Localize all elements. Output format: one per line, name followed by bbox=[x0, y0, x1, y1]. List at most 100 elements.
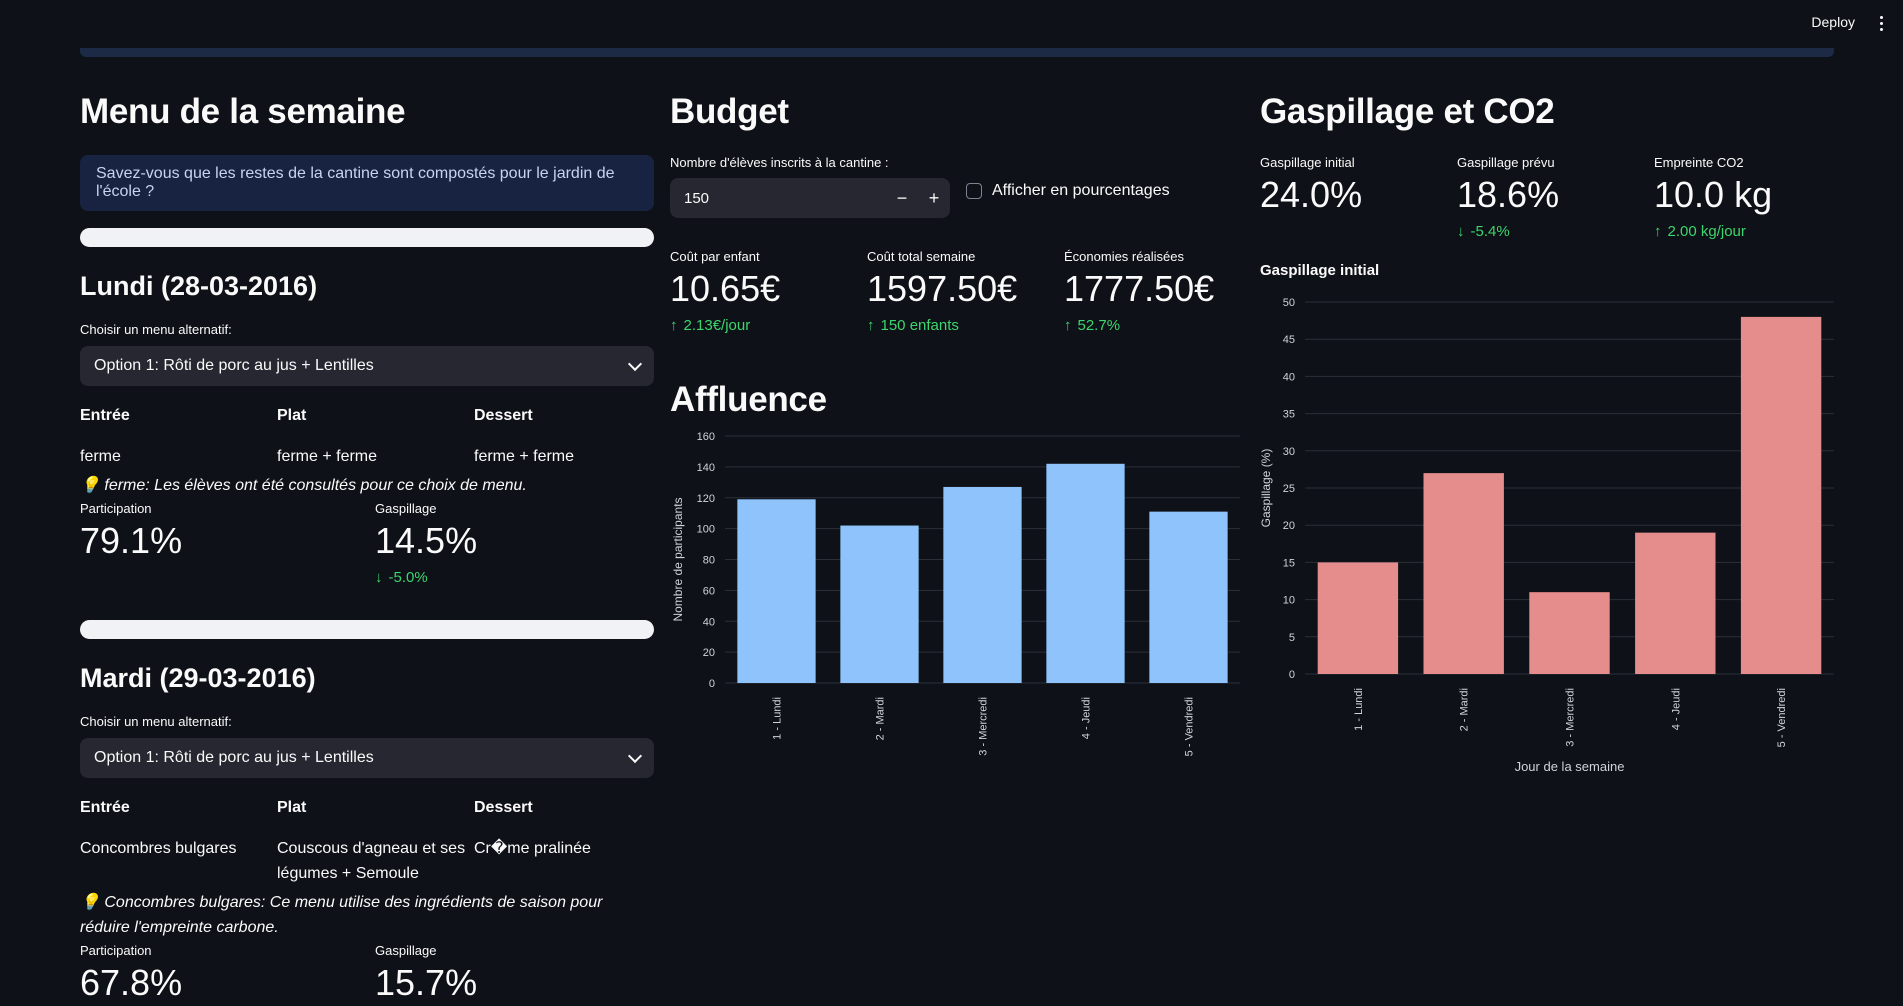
y-tick-label: 5 bbox=[1289, 632, 1295, 644]
y-tick-label: 140 bbox=[697, 462, 715, 474]
lightbulb-icon: 💡 bbox=[80, 477, 100, 494]
bar bbox=[737, 499, 816, 683]
select-label: Choisir un menu alternatif: bbox=[80, 322, 232, 337]
savings-metric: Économies réalisées 1777.50€ ↑ 52.7% bbox=[1064, 248, 1245, 336]
delta-text: 2.13€/jour bbox=[683, 317, 751, 334]
day-title: Mardi (29-03-2016) bbox=[80, 663, 316, 693]
deploy-button[interactable]: Deploy bbox=[1811, 14, 1855, 30]
y-tick-label: 20 bbox=[1283, 520, 1295, 532]
y-tick-label: 35 bbox=[1283, 409, 1295, 421]
x-tick-label: 5 - Vendredi bbox=[1776, 688, 1788, 747]
bar bbox=[1046, 463, 1125, 683]
metric-value: 67.8% bbox=[80, 962, 183, 1003]
chevron-down-icon bbox=[627, 356, 643, 371]
menu-select[interactable]: Option 1: Rôti de porc au jus + Lentille… bbox=[80, 346, 654, 386]
metric-value: 18.6% bbox=[1457, 174, 1560, 215]
metric-delta: ↑ 2.00 kg/jour bbox=[1654, 222, 1835, 242]
x-tick-label: 1 - Lundi bbox=[772, 697, 784, 740]
gaspillage-metric: Gaspillage 14.5% ↓ -5.0% bbox=[375, 500, 655, 588]
metric-delta: ↑ 52.7% bbox=[1064, 316, 1245, 336]
delta-text: 150 enfants bbox=[880, 317, 959, 334]
budget-title: Budget bbox=[670, 92, 789, 131]
gaspillage-metric: Gaspillage 15.7% bbox=[375, 942, 655, 1006]
delta-text: -5.4% bbox=[1470, 223, 1510, 240]
metric-label: Gaspillage prévu bbox=[1457, 155, 1555, 170]
y-axis-label: Nombre de participants bbox=[671, 497, 685, 621]
header-plat: Plat bbox=[277, 799, 307, 816]
header-plat: Plat bbox=[277, 407, 307, 424]
menu-select-value: Option 1: Rôti de porc au jus + Lentille… bbox=[94, 749, 374, 766]
metric-value: 14.5% bbox=[375, 520, 478, 561]
arrow-up-icon: ↑ bbox=[1064, 317, 1072, 334]
planned-waste-metric: Gaspillage prévu 18.6% ↓ -5.4% bbox=[1457, 154, 1654, 242]
more-options-icon[interactable] bbox=[1873, 12, 1889, 34]
day-title: Lundi (28-03-2016) bbox=[80, 271, 318, 301]
metric-value: 10.65€ bbox=[670, 268, 781, 309]
metric-label: Coût total semaine bbox=[867, 249, 976, 264]
entree-value: ferme bbox=[80, 448, 121, 465]
day-metrics: Participation 79.1% Gaspillage 14.5% ↓ -5… bbox=[80, 500, 654, 588]
bar bbox=[1423, 473, 1504, 674]
y-tick-label: 20 bbox=[703, 647, 715, 659]
minus-icon[interactable]: − bbox=[886, 188, 918, 209]
metric-value: 10.0 kg bbox=[1654, 174, 1773, 215]
metric-delta: ↑ 150 enfants bbox=[867, 316, 1064, 336]
y-tick-label: 120 bbox=[697, 493, 715, 505]
menu-tip: 💡 ferme: Les élèves ont été consultés po… bbox=[80, 473, 654, 498]
students-number-input[interactable]: 150 − + bbox=[670, 178, 950, 218]
y-tick-label: 160 bbox=[697, 431, 715, 443]
y-tick-label: 25 bbox=[1283, 483, 1295, 495]
top-bar: Deploy bbox=[0, 0, 1903, 48]
delta-text: 2.00 kg/jour bbox=[1667, 223, 1746, 240]
y-tick-label: 0 bbox=[1289, 669, 1295, 681]
plat-value: Couscous d'agneau et ses légumes + Semou… bbox=[277, 840, 466, 882]
students-input-value[interactable]: 150 bbox=[670, 190, 886, 207]
metric-delta: ↓ -5.0% bbox=[375, 568, 655, 588]
header-entree: Entrée bbox=[80, 407, 130, 424]
plus-icon[interactable]: + bbox=[918, 188, 950, 209]
y-tick-label: 100 bbox=[697, 524, 715, 536]
menu-table: Entrée Plat Dessert Concombres bulgares … bbox=[80, 798, 654, 886]
lightbulb-icon: 💡 bbox=[80, 894, 100, 911]
y-tick-label: 60 bbox=[703, 585, 715, 597]
y-tick-label: 80 bbox=[703, 555, 715, 567]
total-cost-metric: Coût total semaine 1597.50€ ↑ 150 enfants bbox=[867, 248, 1064, 336]
budget-column: Budget Nombre d'élèves inscrits à la can… bbox=[670, 90, 1245, 770]
bar bbox=[1740, 316, 1822, 674]
tip-text: ferme: Les élèves ont été consultés pour… bbox=[104, 477, 527, 494]
metric-label: Empreinte CO2 bbox=[1654, 155, 1744, 170]
checkbox-box[interactable] bbox=[966, 183, 982, 199]
gaspillage-column: Gaspillage et CO2 Gaspillage initial 24.… bbox=[1260, 90, 1834, 787]
budget-metrics: Coût par enfant 10.65€ ↑ 2.13€/jour Coût … bbox=[670, 248, 1245, 336]
metric-delta: ↓ -5.4% bbox=[1457, 222, 1654, 242]
arrow-up-icon: ↑ bbox=[670, 317, 678, 334]
y-tick-label: 30 bbox=[1283, 446, 1295, 458]
info-alert: Savez-vous que les restes de la cantine … bbox=[80, 155, 654, 211]
metric-label: Gaspillage initial bbox=[1260, 155, 1355, 170]
bar bbox=[1317, 562, 1399, 674]
gaspillage-title: Gaspillage et CO2 bbox=[1260, 92, 1555, 131]
y-tick-label: 10 bbox=[1283, 595, 1295, 607]
divider-bar bbox=[80, 228, 654, 247]
budget-controls: Nombre d'élèves inscrits à la cantine : … bbox=[670, 154, 1245, 218]
chevron-down-icon bbox=[627, 748, 643, 763]
arrow-down-icon: ↓ bbox=[1457, 223, 1465, 240]
percentage-checkbox[interactable]: Afficher en pourcentages bbox=[966, 164, 1170, 218]
delta-text: 52.7% bbox=[1077, 317, 1121, 334]
metric-label: Coût par enfant bbox=[670, 249, 760, 264]
delta-text: -5.0% bbox=[388, 569, 428, 586]
initial-waste-chart-title: Gaspillage initial bbox=[1260, 262, 1380, 279]
affluence-title: Affluence bbox=[670, 380, 827, 419]
metric-value: 1777.50€ bbox=[1064, 268, 1215, 309]
y-tick-label: 50 bbox=[1283, 297, 1295, 309]
menu-select[interactable]: Option 1: Rôti de porc au jus + Lentille… bbox=[80, 738, 654, 778]
dessert-value: Cr�me pralinée bbox=[474, 840, 591, 857]
header-entree: Entrée bbox=[80, 799, 130, 816]
checkbox-label: Afficher en pourcentages bbox=[992, 182, 1170, 199]
header-dessert: Dessert bbox=[474, 799, 533, 816]
plat-value: ferme + ferme bbox=[277, 448, 378, 465]
initial-waste-metric: Gaspillage initial 24.0% bbox=[1260, 154, 1457, 242]
y-tick-label: 40 bbox=[703, 616, 715, 628]
cost-per-child-metric: Coût par enfant 10.65€ ↑ 2.13€/jour bbox=[670, 248, 867, 336]
co2-metric: Empreinte CO2 10.0 kg ↑ 2.00 kg/jour bbox=[1654, 154, 1835, 242]
